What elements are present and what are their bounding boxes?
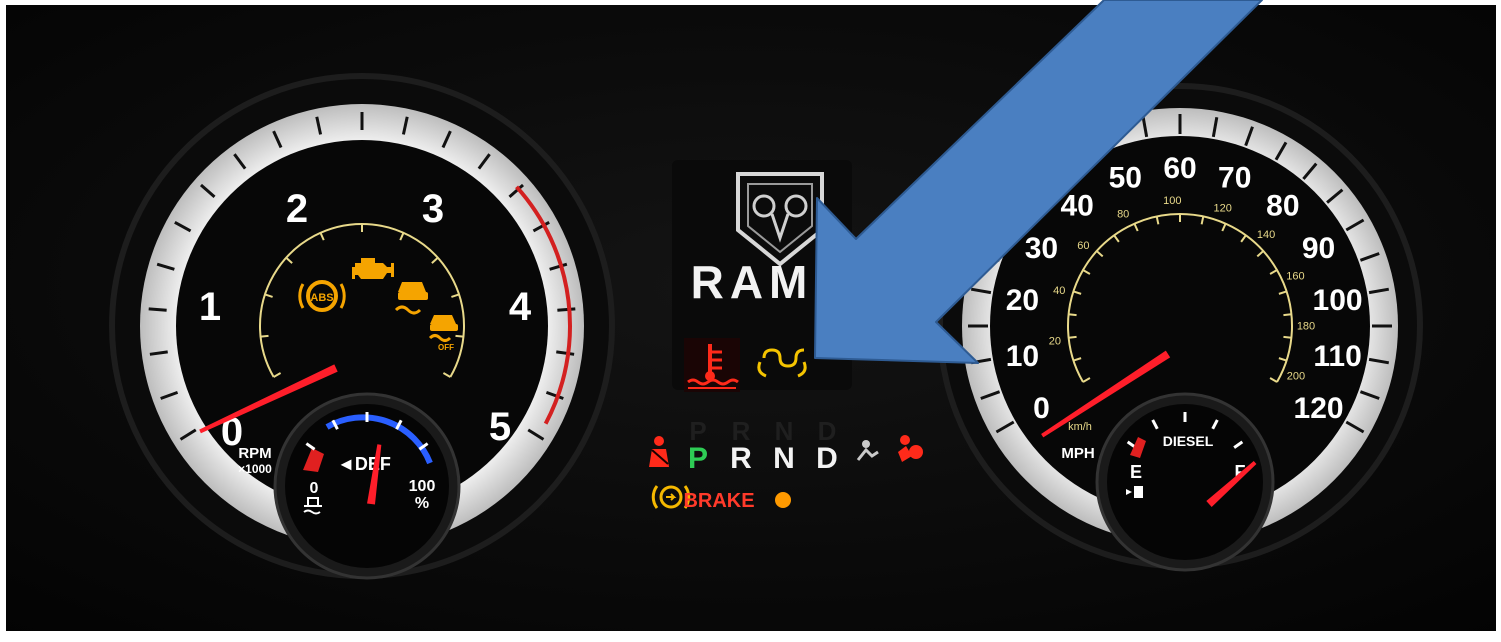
brake-warning-label: BRAKE [683, 490, 754, 512]
tach-tick [148, 307, 167, 312]
tach-tick [557, 307, 576, 312]
amber-indicator-dot [775, 492, 791, 508]
kmh-tick [1283, 335, 1292, 339]
gear-r: R [730, 442, 752, 475]
kmh-tick [1068, 335, 1077, 339]
kmh-number-160: 160 [1286, 271, 1304, 283]
def-gauge: ◄DEF 0 100 % [273, 392, 461, 580]
kmh-number-180: 180 [1297, 320, 1315, 332]
kmh-number-140: 140 [1257, 229, 1275, 241]
traction-off-label: OFF [438, 343, 454, 352]
tach-number-3: 3 [422, 187, 444, 231]
gear-ghost-d: D [818, 416, 837, 446]
mph-number-0: 0 [1033, 392, 1050, 425]
kmh-number-80: 80 [1117, 209, 1129, 221]
tach-unit-label: RPM [238, 445, 271, 462]
def-label: ◄DEF [337, 454, 391, 474]
gear-d: D [816, 442, 838, 475]
mph-number-70: 70 [1218, 162, 1251, 195]
kmh-number-120: 120 [1214, 202, 1232, 214]
gear-ghost-p: P [689, 416, 706, 446]
mph-number-110: 110 [1313, 340, 1361, 373]
def-min-label: 0 [310, 480, 319, 497]
kmh-unit-label: km/h [1068, 421, 1092, 433]
mph-number-120: 120 [1294, 392, 1344, 425]
mph-number-100: 100 [1313, 284, 1363, 317]
fuel-face [1107, 404, 1263, 560]
brand-wordmark: RAM [691, 256, 814, 308]
kmh-tick [1068, 313, 1077, 317]
mph-number-50: 50 [1109, 162, 1142, 195]
gear-p: P [688, 442, 708, 475]
mph-number-60: 60 [1163, 152, 1196, 185]
kmh-number-100: 100 [1163, 195, 1181, 207]
kmh-number-40: 40 [1053, 285, 1065, 297]
kmh-number-200: 200 [1287, 370, 1305, 382]
kmh-number-60: 60 [1077, 240, 1089, 252]
tach-number-5: 5 [489, 405, 511, 449]
coolant-temp-icon [684, 338, 740, 392]
tach-inner-tick [260, 334, 269, 338]
dashboard-photo: 0 1 2 3 4 5 RPM ×1000 ABS OFF ◄DEF 0 100… [0, 0, 1501, 637]
def-max-unit: % [415, 495, 429, 512]
mph-number-80: 80 [1266, 189, 1299, 222]
speedo-unit-label: MPH [1061, 445, 1094, 462]
tach-number-1: 1 [199, 285, 221, 329]
fuel-gauge: DIESEL E F [1095, 392, 1275, 572]
gear-n: N [773, 442, 795, 475]
fuel-label: DIESEL [1163, 433, 1214, 449]
tach-unit-sub: ×1000 [238, 462, 272, 476]
abs-label: ABS [310, 292, 333, 304]
kmh-tick [1283, 313, 1292, 317]
mph-number-10: 10 [1006, 340, 1039, 373]
gear-ghost-r: R [732, 416, 751, 446]
fuel-empty-label: E [1130, 462, 1142, 482]
mph-number-20: 20 [1006, 284, 1039, 317]
gear-ghost-n: N [775, 416, 794, 446]
mph-number-90: 90 [1302, 232, 1335, 265]
mph-number-30: 30 [1025, 232, 1058, 265]
tach-inner-tick [455, 334, 464, 338]
tach-number-4: 4 [509, 285, 532, 329]
def-max-label: 100 [409, 478, 436, 495]
kmh-number-20: 20 [1049, 336, 1061, 348]
tach-number-2: 2 [286, 187, 308, 231]
